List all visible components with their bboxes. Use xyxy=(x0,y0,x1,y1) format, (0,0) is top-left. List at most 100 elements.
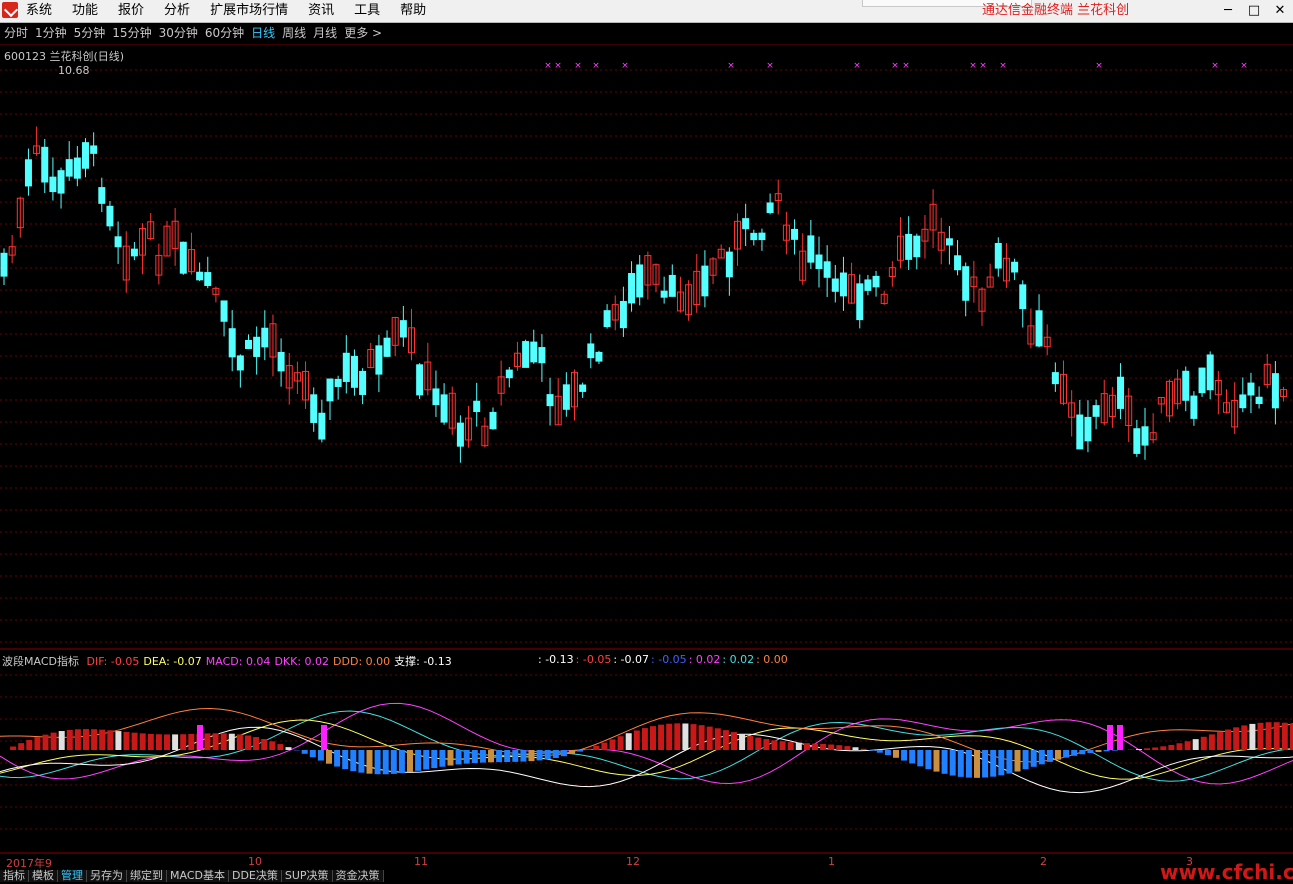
bottom-tab-0[interactable]: 指标 xyxy=(0,870,29,882)
period-tabs: 分时 1分钟 5分钟 15分钟 30分钟 60分钟日线周线月线更多 > xyxy=(4,23,389,44)
period-tab-1[interactable]: 1分钟 xyxy=(35,23,67,44)
bottom-tab-1[interactable]: 模板 xyxy=(29,870,58,882)
candle-down xyxy=(58,171,64,193)
macd-histogram-bar xyxy=(674,723,680,750)
signal-marker: × xyxy=(853,61,861,71)
candle-down xyxy=(995,243,1001,268)
menu-item-5[interactable]: 资讯 xyxy=(308,0,334,22)
macd-histogram-bar xyxy=(431,750,437,768)
indicator-header: 波段MACD指标 DIF: -0.05DEA: -0.07MACD: 0.04D… xyxy=(2,653,456,669)
macd-histogram-bar xyxy=(342,750,348,769)
candle-down xyxy=(1012,262,1018,272)
menu-item-7[interactable]: 帮助 xyxy=(400,0,426,22)
macd-histogram-bar xyxy=(261,739,267,750)
period-tab-6[interactable]: 日线 xyxy=(251,23,275,44)
candle-down xyxy=(221,301,227,321)
bottom-tab-7[interactable]: SUP决策 xyxy=(282,870,333,882)
candle-down xyxy=(433,389,439,405)
menu-item-2[interactable]: 报价 xyxy=(118,0,144,22)
macd-histogram-bar xyxy=(1104,750,1110,751)
candle-down xyxy=(702,266,708,296)
indicator-extra-0: : -0.13 xyxy=(538,653,574,666)
menu-item-4[interactable]: 扩展市场行情 xyxy=(210,0,288,22)
candle-down xyxy=(767,203,773,213)
macd-histogram-bar xyxy=(682,723,688,750)
macd-histogram-bar xyxy=(1006,750,1012,774)
macd-histogram-bar xyxy=(472,750,478,763)
macd-histogram-bar xyxy=(205,733,211,750)
bottom-tab-6[interactable]: DDE决策 xyxy=(229,870,282,882)
candle-down xyxy=(1093,406,1099,417)
menu-item-6[interactable]: 工具 xyxy=(354,0,380,22)
x-axis-label-3: 12 xyxy=(626,855,640,868)
minimize-icon[interactable]: ─ xyxy=(1215,0,1241,22)
candle-down xyxy=(1036,311,1042,346)
candle-down xyxy=(596,352,602,361)
macd-histogram-bar xyxy=(391,750,397,774)
macd-histogram-bar xyxy=(1015,750,1021,772)
candle-down xyxy=(376,346,382,374)
bottom-tab-bar: 指标模板管理另存为绑定到MACD基本DDE决策SUP决策资金决策 xyxy=(0,870,384,882)
signal-marker: × xyxy=(1211,61,1219,71)
macd-histogram-bar xyxy=(1225,730,1231,750)
period-tab-4[interactable]: 30分钟 xyxy=(159,23,198,44)
menu-item-0[interactable]: 系统 xyxy=(26,0,52,22)
macd-histogram-bar xyxy=(1023,750,1029,769)
macd-histogram-bar xyxy=(626,733,632,750)
bottom-tab-8[interactable]: 资金决策 xyxy=(333,870,384,882)
bottom-tab-2[interactable]: 管理 xyxy=(58,870,87,882)
candle-down xyxy=(115,237,121,247)
close-icon[interactable]: ✕ xyxy=(1267,0,1293,22)
macd-histogram-bar xyxy=(180,734,186,750)
signal-marker: × xyxy=(554,61,562,71)
period-tab-8[interactable]: 月线 xyxy=(313,23,337,44)
signal-spike xyxy=(321,725,327,750)
macd-histogram-bar xyxy=(26,740,32,750)
candle-down xyxy=(400,321,406,337)
candle-down xyxy=(343,353,349,381)
macd-histogram-bar xyxy=(1209,734,1215,750)
indicator-value-0: DIF: -0.05 xyxy=(86,655,139,668)
menu-item-1[interactable]: 功能 xyxy=(72,0,98,22)
macd-histogram-bar xyxy=(253,737,259,750)
candle-down xyxy=(808,236,814,262)
candle-down xyxy=(580,385,586,391)
macd-histogram-bar xyxy=(407,750,413,772)
indicator-value-2: MACD: 0.04 xyxy=(206,655,271,668)
macd-histogram-bar xyxy=(861,749,867,750)
signal-spike xyxy=(197,725,203,750)
candle-down xyxy=(669,275,675,296)
window-controls: ─ □ ✕ xyxy=(1215,0,1293,22)
signal-marker: × xyxy=(574,61,582,71)
macd-histogram-bar xyxy=(245,736,251,750)
kline-chart[interactable]: ×××××××××××××××× xyxy=(0,45,1293,870)
period-tab-7[interactable]: 周线 xyxy=(282,23,306,44)
maximize-icon[interactable]: □ xyxy=(1241,0,1267,22)
indicator-value-4: DDD: 0.00 xyxy=(333,655,390,668)
period-tab-0[interactable]: 分时 xyxy=(4,23,28,44)
macd-histogram-bar xyxy=(537,750,543,760)
candle-down xyxy=(205,273,211,286)
period-tab-2[interactable]: 5分钟 xyxy=(74,23,106,44)
macd-histogram-bar xyxy=(520,750,526,762)
bottom-tab-4[interactable]: 绑定到 xyxy=(127,870,167,882)
bottom-tab-3[interactable]: 另存为 xyxy=(87,870,127,882)
macd-histogram-bar xyxy=(1039,750,1045,764)
period-tab-5[interactable]: 60分钟 xyxy=(205,23,244,44)
macd-histogram-bar xyxy=(942,750,948,774)
macd-histogram-bar xyxy=(998,750,1004,775)
bottom-tab-5[interactable]: MACD基本 xyxy=(167,870,229,882)
macd-histogram-bar xyxy=(326,750,332,764)
menu-item-3[interactable]: 分析 xyxy=(164,0,190,22)
candle-down xyxy=(66,160,72,177)
macd-histogram-bar xyxy=(1282,723,1288,750)
period-tab-9[interactable]: 更多 > xyxy=(344,23,382,44)
app-logo-icon[interactable] xyxy=(2,2,18,18)
macd-histogram-bar xyxy=(286,747,292,750)
period-tab-3[interactable]: 15分钟 xyxy=(112,23,151,44)
macd-histogram-bar xyxy=(83,729,89,750)
macd-histogram-bar xyxy=(634,730,640,750)
max-price-label: 10.68 xyxy=(58,64,90,77)
macd-histogram-bar xyxy=(593,746,599,750)
macd-histogram-bar xyxy=(1079,750,1085,754)
